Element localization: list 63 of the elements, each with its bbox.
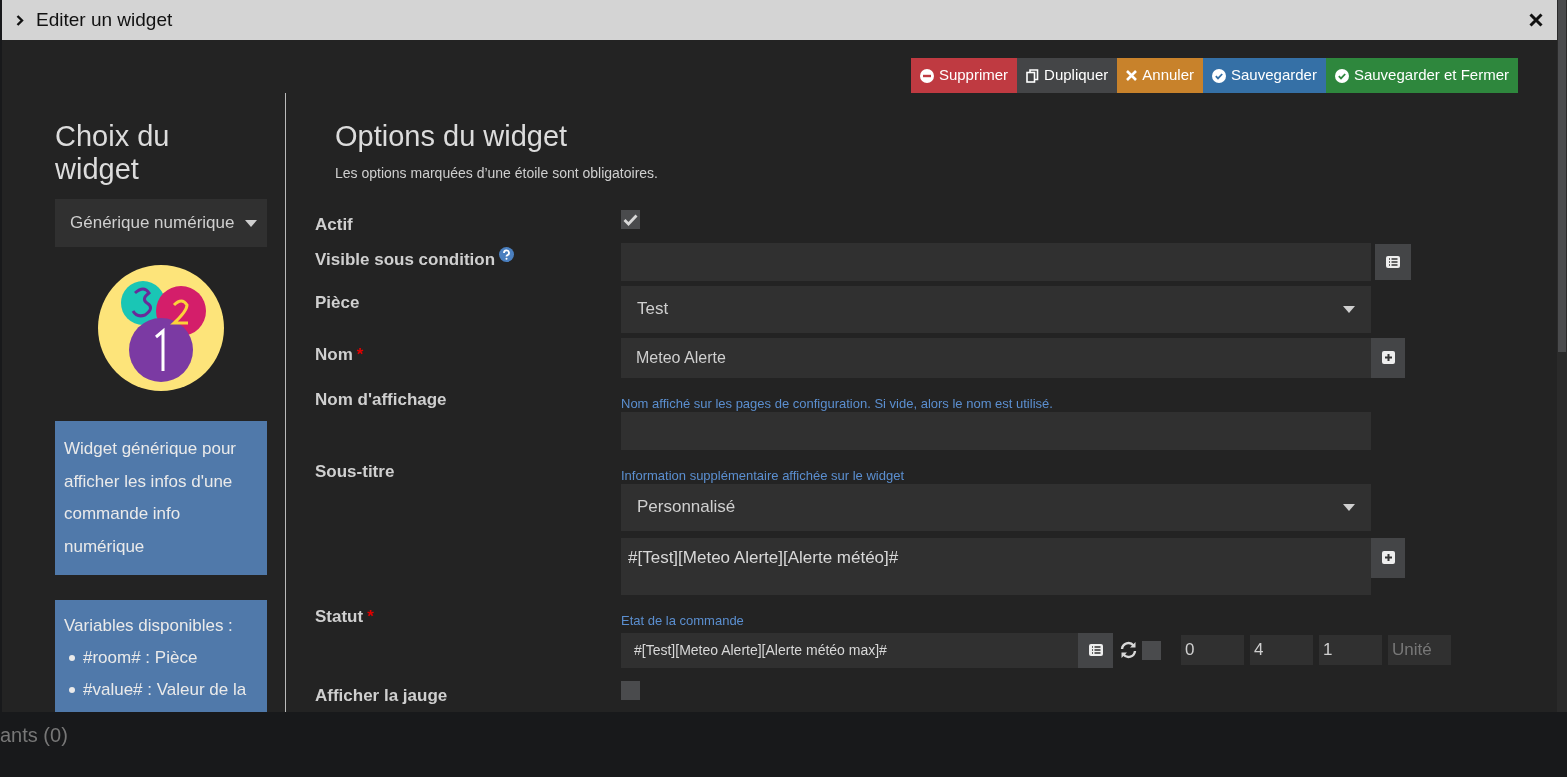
select-field[interactable]: Personnalisé [621, 483, 1371, 531]
required-mark: * [367, 605, 374, 628]
checkbox[interactable] [621, 680, 640, 700]
bullet-icon [69, 655, 75, 661]
variable-item: #room# : Pièce [83, 647, 198, 669]
action-button[interactable]: Sauvegarder [1203, 58, 1326, 93]
field-hint: Etat de la commande [621, 611, 745, 629]
field-hint: Information supplémentaire affichée sur le widget [621, 466, 906, 484]
step-field[interactable]: 1 [1319, 635, 1382, 665]
list-button[interactable] [1375, 243, 1411, 280]
field-hint: Nom affiché sur les pages de configuration. Si vide, alors le nom est utilisé. [621, 394, 1054, 412]
checkbox[interactable] [621, 210, 640, 229]
max-field[interactable]: 4 [1250, 635, 1313, 665]
list-icon [1088, 644, 1103, 656]
sidebar-title: Choix du widget [55, 120, 171, 186]
command-field[interactable]: #[Test][Meteo Alerte][Alerte météo max]# [621, 632, 1078, 668]
window-title: Editer un widget [36, 7, 173, 32]
field-label: Sous-titre [315, 460, 395, 483]
list-button[interactable] [1078, 632, 1113, 668]
plus-icon [1381, 551, 1395, 564]
check-icon [623, 213, 638, 226]
select-field[interactable]: Test [621, 285, 1371, 333]
field-label: Visible sous condition [315, 248, 496, 271]
variables-title: Variables disponibles : [64, 615, 234, 637]
caret-icon [1343, 503, 1355, 511]
field-label: Actif [315, 214, 353, 236]
close-icon[interactable] [1529, 13, 1543, 27]
action-button[interactable]: Sauvegarder et Fermer [1325, 58, 1518, 93]
widget-description: Widget générique pour afficher les infos d'une commande info numérique [55, 421, 267, 575]
add-button[interactable] [1371, 337, 1405, 378]
list-icon [1386, 255, 1400, 268]
field-label: Pièce [315, 291, 360, 314]
help-icon[interactable] [499, 246, 515, 262]
field-label: Afficher la jauge [315, 684, 448, 707]
checkbox[interactable] [1142, 640, 1161, 660]
widget-select[interactable]: Générique numérique [55, 199, 267, 247]
minus-circle-icon [919, 68, 934, 83]
scrollbar[interactable] [1558, 0, 1566, 352]
unit-field[interactable]: Unité [1388, 635, 1451, 665]
copy-icon [1026, 68, 1040, 83]
check-circle-icon [1212, 68, 1226, 83]
footer-text: ants (0) [0, 723, 69, 748]
form-title: Options du widget [335, 121, 569, 151]
min-field[interactable]: 0 [1181, 635, 1244, 665]
bullet-icon [69, 687, 75, 693]
plus-icon [1381, 351, 1395, 364]
action-button[interactable]: Supprimer [910, 58, 1018, 93]
field-label: Nom [315, 343, 353, 366]
close-icon [1126, 70, 1138, 81]
refresh-icon[interactable] [1119, 641, 1138, 659]
text-field[interactable]: Meteo Alerte [621, 337, 1371, 378]
check-circle-icon [1334, 68, 1349, 83]
field-label: Nom d'affichage [315, 388, 447, 411]
required-mark: * [356, 343, 364, 366]
caret-icon [1343, 305, 1355, 313]
form-subtitle: Les options marquées d’une étoile sont obligatoires. [335, 164, 659, 183]
caret-icon [245, 219, 257, 227]
field-label: Statut [315, 605, 364, 628]
text-area[interactable]: #[Test][Meteo Alerte][Alerte météo]# [621, 537, 1371, 595]
add-button[interactable] [1371, 537, 1405, 578]
variable-item: #value# : Valeur de la [83, 679, 247, 701]
action-button[interactable]: Dupliquer [1017, 58, 1118, 93]
chevron-icon[interactable] [16, 14, 24, 26]
